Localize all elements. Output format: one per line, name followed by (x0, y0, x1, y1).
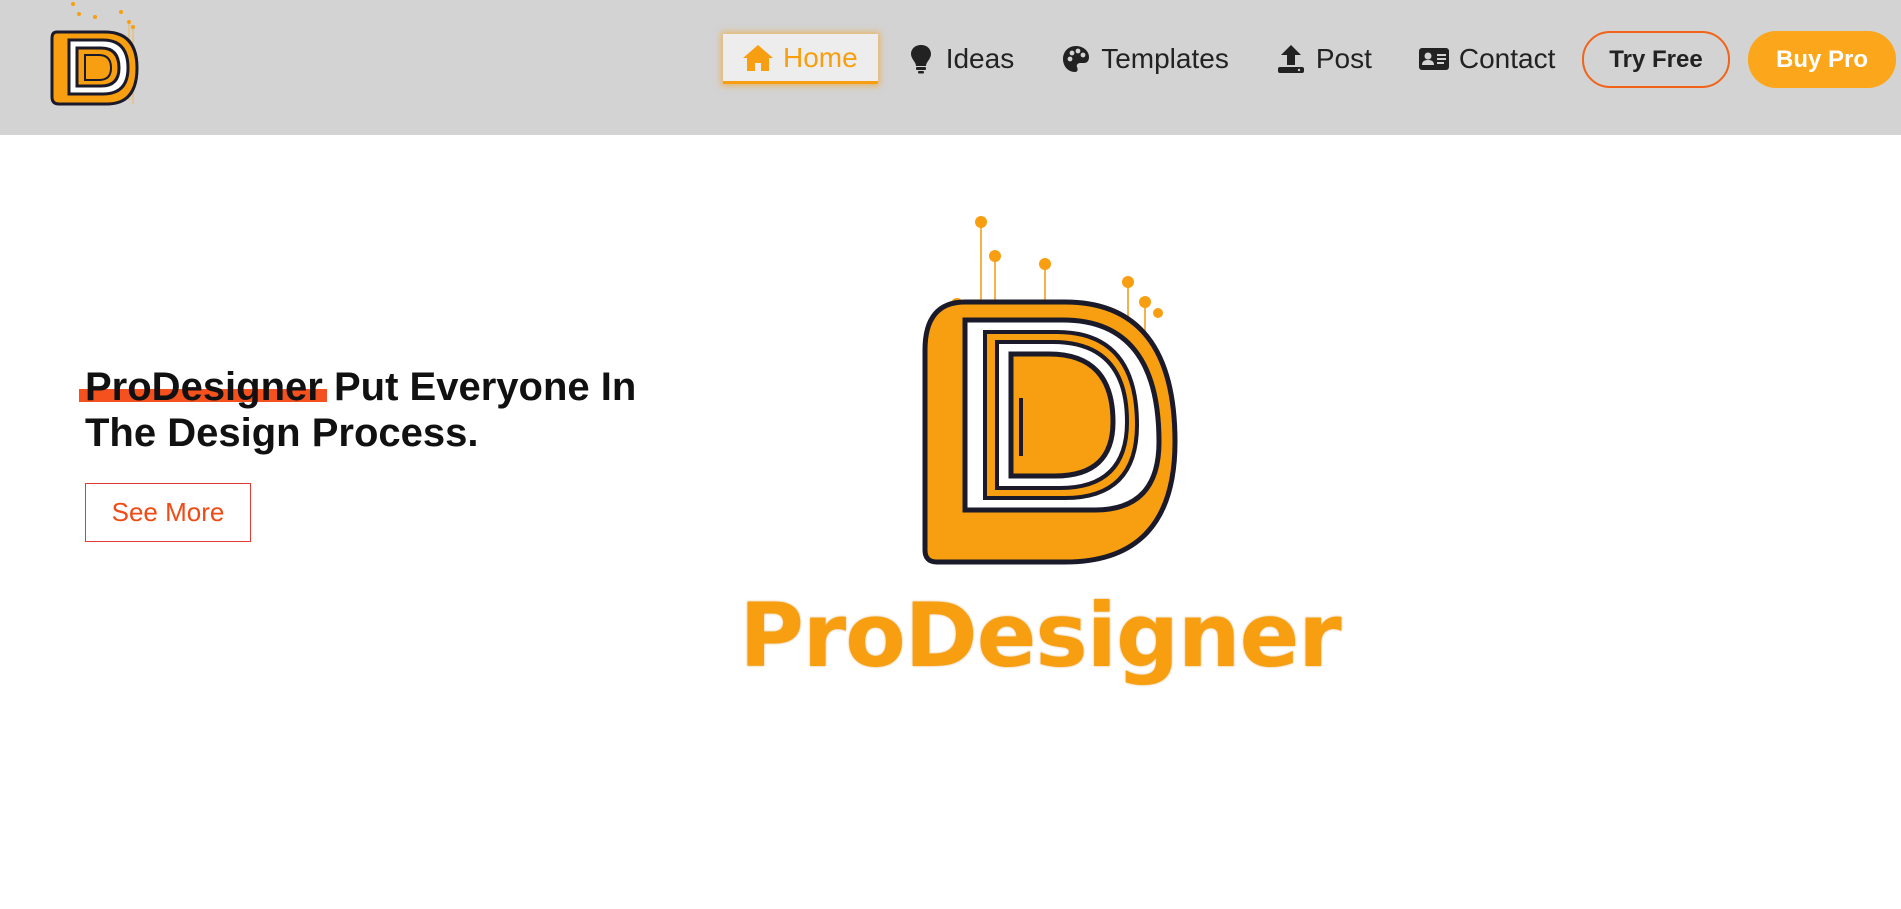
hero-logo-wordmark: ProDesigner (739, 584, 1341, 687)
prodesigner-logo-icon (50, 2, 139, 106)
contact-card-icon (1417, 42, 1451, 76)
try-free-button[interactable]: Try Free (1582, 31, 1730, 88)
headline-line2: The Design Process. (85, 411, 479, 455)
hero-headline: ProDesigner Put Everyone In The Design P… (79, 364, 685, 456)
nav-templates-label: Templates (1101, 43, 1229, 74)
site-logo[interactable] (45, 0, 145, 110)
hero-text: ProDesigner Put Everyone In The Design P… (79, 364, 685, 456)
lightbulb-icon (904, 42, 938, 76)
nav-contact[interactable]: Contact (1417, 34, 1556, 84)
brand-name: ProDesigner (85, 365, 323, 409)
buy-pro-button[interactable]: Buy Pro (1748, 31, 1896, 88)
site-header: Home Ideas Templates Post Contact Try Fr… (0, 0, 1901, 135)
see-more-button[interactable]: See More (85, 483, 251, 542)
nav-ideas[interactable]: Ideas (904, 34, 1015, 84)
headline-line1-rest: Put Everyone In (322, 365, 637, 409)
nav-ideas-label: Ideas (945, 43, 1015, 74)
nav-templates[interactable]: Templates (1059, 34, 1229, 84)
nav-post-label: Post (1315, 43, 1372, 74)
nav-contact-label: Contact (1458, 43, 1556, 74)
palette-icon (1059, 42, 1093, 76)
hero-logo: ProDesigner (735, 210, 1345, 700)
upload-icon (1274, 42, 1308, 76)
nav-home-label: Home (783, 41, 858, 73)
home-icon (741, 41, 775, 75)
brand-highlight: ProDesigner (79, 364, 327, 410)
nav-post[interactable]: Post (1274, 34, 1372, 84)
main-nav: Home Ideas Templates Post Contact (723, 34, 1555, 84)
nav-home[interactable]: Home (723, 34, 878, 84)
prodesigner-big-logo-icon (922, 216, 1178, 565)
